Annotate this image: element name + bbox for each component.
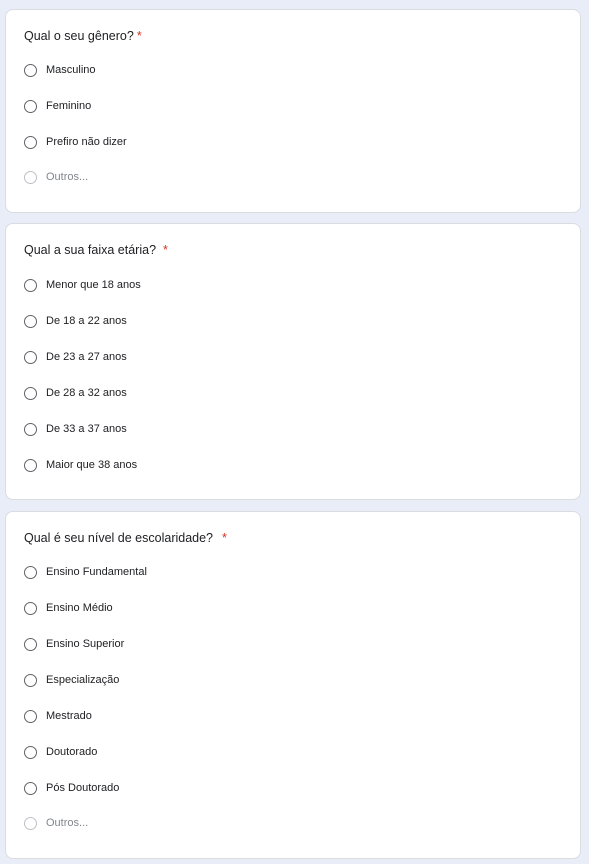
question-title-text: Qual a sua faixa etária? — [24, 243, 157, 257]
radio-option-28-a-32[interactable]: De 28 a 32 anos — [24, 383, 127, 403]
question-title: Qual é seu nível de escolaridade? * — [24, 531, 227, 545]
radio-circle-icon[interactable] — [24, 565, 37, 579]
option-label: Ensino Médio — [46, 602, 113, 614]
other-option-label: Outros... — [46, 171, 89, 183]
radio-circle-icon[interactable] — [24, 637, 37, 651]
radio-option-33-a-37[interactable]: De 33 a 37 anos — [24, 419, 127, 439]
option-label: Maior que 38 anos — [46, 459, 138, 471]
radio-option-ensino-superior[interactable]: Ensino Superior — [24, 634, 124, 654]
radio-circle-icon[interactable] — [24, 458, 37, 472]
radio-circle-icon[interactable] — [24, 386, 37, 400]
option-label: De 33 a 37 anos — [46, 423, 127, 435]
radio-option-masculino[interactable]: Masculino — [24, 60, 96, 80]
radio-circle-icon[interactable] — [24, 816, 37, 830]
option-label: Masculino — [46, 64, 96, 76]
option-label: Prefiro não dizer — [46, 136, 127, 148]
question-title: Qual a sua faixa etária? * — [24, 243, 168, 257]
radio-option-ensino-fundamental[interactable]: Ensino Fundamental — [24, 562, 147, 582]
option-label: Pós Doutorado — [46, 782, 120, 794]
radio-circle-icon[interactable] — [24, 709, 37, 723]
radio-circle-icon[interactable] — [24, 673, 37, 687]
radio-option-outros[interactable]: Outros... — [24, 167, 88, 187]
question-card-education: Qual é seu nível de escolaridade? * Ensin… — [5, 511, 581, 859]
radio-circle-icon[interactable] — [24, 350, 37, 364]
radio-option-doutorado[interactable]: Doutorado — [24, 742, 97, 762]
radio-option-18-a-22[interactable]: De 18 a 22 anos — [24, 311, 127, 331]
question-title-text: Qual o seu gênero? — [24, 29, 134, 43]
question-title-text: Qual é seu nível de escolaridade? — [24, 531, 214, 545]
option-label: Menor que 18 anos — [46, 279, 141, 291]
radio-option-mestrado[interactable]: Mestrado — [24, 706, 92, 726]
option-label: Mestrado — [46, 710, 92, 722]
other-option-label: Outros... — [46, 817, 89, 829]
radio-circle-icon[interactable] — [24, 601, 37, 615]
option-label: Ensino Superior — [46, 638, 125, 650]
required-asterisk: * — [136, 29, 142, 43]
required-asterisk: * — [163, 243, 168, 257]
radio-option-maior-que-38[interactable]: Maior que 38 anos — [24, 455, 137, 475]
radio-option-23-a-27[interactable]: De 23 a 27 anos — [24, 347, 127, 367]
option-label: De 23 a 27 anos — [46, 351, 127, 363]
radio-option-prefiro-nao-dizer[interactable]: Prefiro não dizer — [24, 132, 127, 152]
question-card-gender: Qual o seu gênero? * Masculino Feminino P… — [5, 9, 581, 213]
radio-circle-icon[interactable] — [24, 170, 37, 184]
radio-circle-icon[interactable] — [24, 745, 37, 759]
radio-option-pos-doutorado[interactable]: Pós Doutorado — [24, 778, 119, 798]
radio-circle-icon[interactable] — [24, 278, 37, 292]
radio-option-feminino[interactable]: Feminino — [24, 96, 91, 116]
option-label: Ensino Fundamental — [46, 566, 147, 578]
option-label: Especialização — [46, 674, 120, 686]
radio-option-ensino-medio[interactable]: Ensino Médio — [24, 598, 113, 618]
radio-option-menor-que-18[interactable]: Menor que 18 anos — [24, 275, 141, 295]
radio-circle-icon[interactable] — [24, 781, 37, 795]
question-title: Qual o seu gênero? * — [24, 29, 142, 43]
option-label: Feminino — [46, 100, 92, 112]
radio-option-outros[interactable]: Outros... — [24, 813, 88, 833]
required-asterisk: * — [222, 531, 227, 545]
radio-circle-icon[interactable] — [24, 135, 37, 149]
option-label: Doutorado — [46, 746, 98, 758]
radio-option-especializacao[interactable]: Especialização — [24, 670, 119, 690]
radio-circle-icon[interactable] — [24, 99, 37, 113]
question-card-age-range: Qual a sua faixa etária? * Menor que 18 a… — [5, 223, 581, 500]
option-label: De 18 a 22 anos — [46, 315, 127, 327]
radio-circle-icon[interactable] — [24, 63, 37, 77]
option-label: De 28 a 32 anos — [46, 387, 127, 399]
radio-circle-icon[interactable] — [24, 422, 37, 436]
radio-circle-icon[interactable] — [24, 314, 37, 328]
